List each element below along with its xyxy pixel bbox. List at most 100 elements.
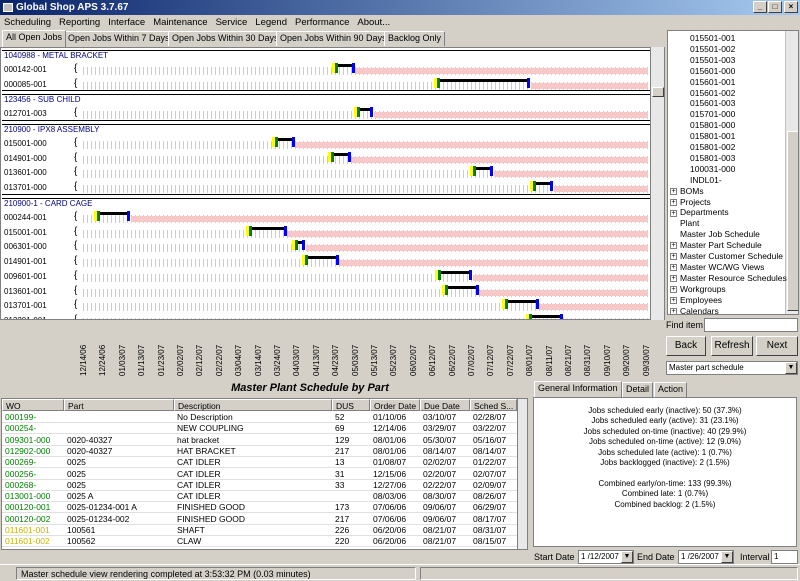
tree-item[interactable]: INDL01- [690, 175, 722, 185]
gantt-row-label[interactable]: 012701-003 [4, 109, 47, 118]
table-row[interactable]: 011601-001 100561 SHAFT 226 06/20/06 08/21/07… [2, 525, 517, 536]
menu-maintenance[interactable]: Maintenance [153, 17, 207, 28]
table-row[interactable]: 012902-000 0020-40327 HAT BRACKET 217 08/01/… [2, 446, 517, 457]
table-vertical-scrollbar[interactable] [517, 399, 527, 549]
scroll-thumb[interactable] [652, 87, 664, 97]
gantt-row-label[interactable]: 013601-000 [4, 168, 47, 177]
expand-icon[interactable]: + [670, 264, 677, 272]
back-button[interactable]: Back [666, 336, 706, 356]
tree-scrollbar[interactable] [785, 31, 798, 314]
menu-interface[interactable]: Interface [108, 17, 145, 28]
expand-icon[interactable]: + [670, 296, 677, 304]
tab-0[interactable]: All Open Jobs [2, 30, 67, 47]
gantt-row-label[interactable]: 015001-001 [4, 228, 47, 237]
info-tab-2[interactable]: Action [654, 382, 688, 397]
tab-3[interactable]: Open Jobs Within 90 Days [276, 31, 391, 46]
view-select[interactable]: Master part schedule ▼ [666, 361, 798, 375]
table-row[interactable]: 000199- No Description 52 01/10/06 03/10/07 0… [2, 412, 517, 423]
tree-item[interactable]: 015801-003 [690, 153, 735, 163]
column-header[interactable]: Order Date [370, 399, 420, 411]
tree-item[interactable]: + Employees [670, 295, 722, 305]
gantt-row-label[interactable]: 013701-000 [4, 183, 47, 192]
expand-icon[interactable]: + [670, 242, 677, 250]
menu-reporting[interactable]: Reporting [59, 17, 100, 28]
tree-item[interactable]: + Workgroups [670, 284, 726, 294]
tree-item[interactable]: + Projects [670, 197, 711, 207]
gantt-row-label[interactable]: 009601-001 [4, 272, 47, 281]
next-button[interactable]: Next [756, 336, 798, 356]
tree-item[interactable]: + Master WC/WG Views [670, 262, 764, 272]
tree-item[interactable]: 015501-001 [690, 33, 735, 43]
start-date-picker[interactable]: 1 /12/2007 ▼ [578, 550, 634, 564]
maximize-button[interactable]: □ [768, 1, 782, 13]
close-button[interactable]: × [784, 1, 798, 13]
info-tab-1[interactable]: Detail [622, 382, 654, 397]
gantt-row-label[interactable]: 013601-001 [4, 287, 47, 296]
expand-icon[interactable]: + [670, 307, 677, 314]
gantt-row-label[interactable]: 000142-001 [4, 65, 47, 74]
menu-legend[interactable]: Legend [255, 17, 287, 28]
tree-item[interactable]: 015801-000 [690, 120, 735, 130]
tree-item[interactable]: + Master Part Schedule [670, 240, 762, 250]
tree-item[interactable]: 015801-001 [690, 131, 735, 141]
table-row[interactable]: 000256- 0025 CAT IDLER 31 12/15/06 02/20/07 02… [2, 469, 517, 480]
expand-icon[interactable]: + [670, 253, 677, 261]
table-row[interactable]: 000268- 0025 CAT IDLER 33 12/27/06 02/22/07 02… [2, 480, 517, 491]
table-row[interactable]: 000120-001 0025-01234-001 A FINISHED GOOD 1… [2, 502, 517, 514]
info-tab-0[interactable]: General Information [534, 381, 622, 397]
tree-item[interactable]: 015801-002 [690, 142, 735, 152]
chevron-down-icon[interactable]: ▼ [785, 362, 797, 374]
tab-2[interactable]: Open Jobs Within 30 Days [168, 31, 283, 46]
tree-item[interactable]: 015501-002 [690, 44, 735, 54]
find-item-input[interactable] [704, 318, 798, 332]
tree-item[interactable]: Plant [680, 218, 699, 228]
tree-item[interactable]: 015601-000 [690, 66, 735, 76]
gantt-row-label[interactable]: 015001-000 [4, 139, 47, 148]
tree-item[interactable]: 015501-003 [690, 55, 735, 65]
tree-item[interactable]: Master Job Schedule [680, 229, 760, 239]
table-row[interactable]: 013001-000 0025 A CAT IDLER 08/03/06 08/30/0… [2, 491, 517, 503]
tree-item[interactable]: 015601-002 [690, 88, 735, 98]
interval-input[interactable]: 1 [771, 550, 798, 564]
tab-4[interactable]: Backlog Only [384, 31, 446, 46]
minimize-button[interactable]: _ [753, 1, 767, 13]
job-bar[interactable] [434, 78, 527, 82]
table-row[interactable]: 011601-002 100562 CLAW 220 06/20/06 08/21/07 0… [2, 536, 517, 548]
expand-icon[interactable]: + [670, 198, 677, 206]
tree-item[interactable]: 015601-003 [690, 98, 735, 108]
tree-item[interactable]: 015701-000 [690, 109, 735, 119]
chevron-down-icon[interactable]: ▼ [621, 551, 633, 563]
gantt-row-label[interactable]: 014901-000 [4, 154, 47, 163]
menu-about[interactable]: About... [357, 17, 390, 28]
table-row[interactable]: 01____ 10____ ______ [2, 548, 517, 549]
column-header[interactable]: Part [64, 399, 174, 411]
table-row[interactable]: 000254- NEW COUPLING 69 12/14/06 03/29/07 03/… [2, 423, 517, 435]
refresh-button[interactable]: Refresh [711, 336, 753, 356]
chevron-down-icon[interactable]: ▼ [721, 551, 733, 563]
end-date-picker[interactable]: 1 /26/2007 ▼ [678, 550, 734, 564]
gantt-row-label[interactable]: 006301-000 [4, 242, 47, 251]
gantt-vertical-scrollbar[interactable] [650, 47, 664, 320]
gantt-row-label[interactable]: 000085-001 [4, 80, 47, 89]
gantt-row-label[interactable]: 013701-001 [4, 301, 47, 310]
tree-item[interactable]: 100031-000 [690, 164, 735, 174]
menu-performance[interactable]: Performance [295, 17, 349, 28]
tree-item[interactable]: 015601-001 [690, 77, 735, 87]
table-row[interactable]: 000120-002 0025-01234-002 FINISHED GOOD 217… [2, 514, 517, 525]
tree-item[interactable]: + Calendars [670, 306, 719, 314]
tree-scroll-thumb[interactable] [787, 131, 798, 311]
table-row[interactable]: 000269- 0025 CAT IDLER 13 01/08/07 02/02/07 01… [2, 457, 517, 469]
menu-service[interactable]: Service [216, 17, 248, 28]
column-header[interactable]: DUS [332, 399, 370, 411]
gantt-row-label[interactable]: 000244-001 [4, 213, 47, 222]
tab-1[interactable]: Open Jobs Within 7 Days [64, 31, 174, 46]
column-header[interactable]: Description [174, 399, 332, 411]
tree-item[interactable]: + Master Resource Schedules [670, 273, 787, 283]
tree-item[interactable]: + Departments [670, 207, 729, 217]
tree-item[interactable]: + BOMs [670, 186, 704, 196]
column-header[interactable]: Due Date [420, 399, 470, 411]
expand-icon[interactable]: + [670, 275, 677, 283]
expand-icon[interactable]: + [670, 187, 677, 195]
expand-icon[interactable]: + [670, 285, 677, 293]
gantt-row-label[interactable]: 014901-001 [4, 257, 47, 266]
